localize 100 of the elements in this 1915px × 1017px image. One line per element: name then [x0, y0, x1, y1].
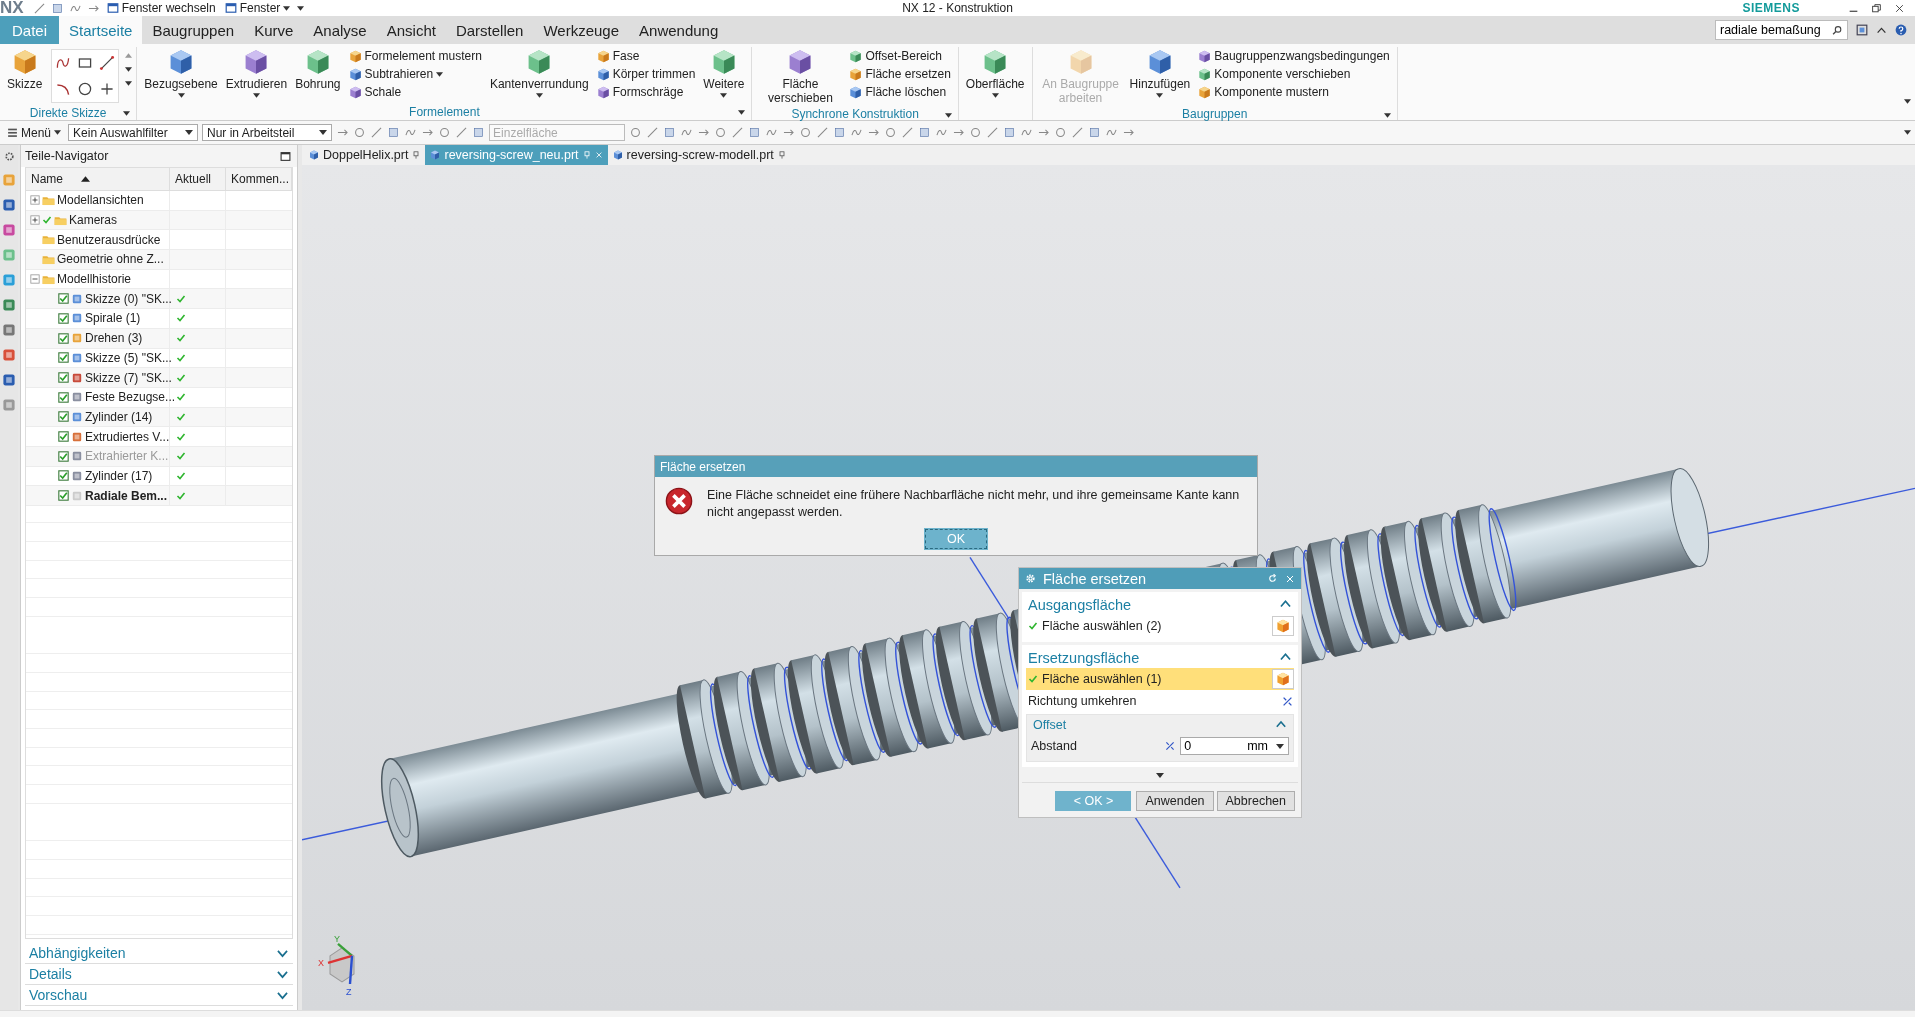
toolbar-glyph-icon[interactable] [1071, 126, 1085, 139]
resource-bar-icon[interactable] [2, 373, 16, 387]
toolbar-glyph-icon[interactable] [884, 126, 898, 139]
collapse-icon[interactable] [30, 274, 40, 285]
checkbox[interactable] [58, 411, 69, 423]
checkbox[interactable] [58, 312, 69, 324]
arc-icon[interactable] [55, 81, 72, 97]
close-icon[interactable] [1894, 2, 1905, 14]
quick-action-icon[interactable] [50, 1, 64, 15]
ribbon-tab[interactable]: Kurve [244, 16, 304, 44]
scroll-up-icon[interactable] [125, 53, 133, 58]
toolbar-glyph-icon[interactable] [986, 126, 1000, 139]
checkbox[interactable] [58, 372, 69, 384]
expand-icon[interactable] [30, 215, 40, 226]
caret-icon[interactable] [1383, 113, 1391, 118]
maximize-icon[interactable] [280, 150, 291, 162]
tree-row[interactable]: Drehen (3) [26, 328, 292, 349]
selection-step-row[interactable]: Fläche auswählen (2) [1026, 615, 1294, 637]
dialog-button[interactable]: Anwenden [1136, 791, 1214, 811]
tree-row[interactable]: Modellhistorie [26, 269, 292, 290]
more-options-icon[interactable] [1156, 773, 1164, 778]
ribbon-button[interactable]: Komponente verschieben [1195, 66, 1393, 82]
tree-row[interactable]: Benutzerausdrücke [26, 230, 292, 251]
expand-icon[interactable] [30, 195, 40, 206]
tree-row[interactable]: Skizze (7) "SK... [26, 368, 292, 388]
ribbon-button[interactable]: Formschräge [593, 84, 699, 100]
checkbox[interactable] [58, 293, 69, 305]
toolbar-glyph-icon[interactable] [714, 126, 728, 139]
ribbon-button[interactable]: Oberfläche [962, 47, 1028, 100]
quick-access-button[interactable]: Fenster wechseln [104, 1, 218, 15]
toolbar-glyph-icon[interactable] [969, 126, 983, 139]
resource-bar-icon[interactable] [2, 223, 16, 237]
caret-icon[interactable] [944, 113, 952, 118]
tree-row[interactable]: Radiale Bem... [26, 486, 292, 506]
toolbar-glyph-icon[interactable] [438, 126, 452, 139]
resource-bar-icon[interactable] [2, 323, 16, 337]
pin-icon[interactable] [582, 150, 591, 160]
caret-icon[interactable] [123, 111, 131, 116]
tree-row[interactable]: Extrudiertes V... [26, 427, 292, 447]
restore-icon[interactable] [1871, 2, 1882, 14]
toolbar-glyph-icon[interactable] [1054, 126, 1068, 139]
ribbon-tab[interactable]: Startseite [59, 16, 143, 44]
column-header[interactable]: Aktuell [170, 168, 226, 190]
ribbon-button[interactable]: Subtrahieren [345, 66, 485, 82]
dialog-button[interactable]: Abbrechen [1216, 791, 1295, 811]
ribbon-button[interactable]: Komponente mustern [1195, 84, 1393, 100]
toolbar-glyph-icon[interactable] [748, 126, 762, 139]
tree-row[interactable]: Modellansichten [26, 191, 292, 211]
toolbar-glyph-icon[interactable] [901, 126, 915, 139]
select-face-button[interactable] [1272, 616, 1294, 636]
ribbon-tab[interactable]: Werkzeuge [533, 16, 630, 44]
ribbon-button[interactable]: Fläche ersetzen [846, 66, 954, 82]
resource-bar-icon[interactable] [2, 273, 16, 287]
toolbar-glyph-icon[interactable] [1088, 126, 1102, 139]
toolbar-glyph-icon[interactable] [455, 126, 469, 139]
ribbon-button[interactable]: Formelement mustern [345, 48, 485, 64]
select-face-button[interactable] [1272, 669, 1294, 689]
selection-step-row[interactable]: Fläche auswählen (1) [1026, 668, 1294, 690]
ribbon-tab[interactable]: Anwendung [629, 16, 729, 44]
caret-icon[interactable] [1904, 99, 1911, 104]
ribbon-button[interactable]: Weitere [700, 47, 748, 100]
filter-dropdown[interactable]: Nur in Arbeitsteil [202, 124, 333, 141]
checkbox[interactable] [58, 431, 69, 443]
fullscreen-icon[interactable] [1856, 24, 1868, 36]
settings-icon[interactable] [3, 151, 15, 162]
ribbon-button[interactable]: Fläche verschieben [756, 47, 845, 107]
plus-icon[interactable] [99, 81, 116, 97]
column-header[interactable]: Kommen... [226, 168, 292, 190]
toolbar-glyph-icon[interactable] [918, 126, 932, 139]
curve-icon[interactable] [55, 55, 72, 71]
ribbon-button[interactable]: Extrudieren [222, 47, 291, 100]
ribbon-tab[interactable]: Darstellen [445, 16, 534, 44]
toolbar-glyph-icon[interactable] [731, 126, 745, 139]
tree-row[interactable]: Feste Bezugse... [26, 387, 292, 408]
document-tab[interactable]: reversing-screw-modell.prt [607, 145, 791, 165]
pin-icon[interactable] [412, 150, 421, 160]
collapse-ribbon-icon[interactable] [1876, 24, 1887, 36]
ribbon-button[interactable]: Skizze [4, 47, 46, 93]
tree-row[interactable]: Kameras [26, 210, 292, 231]
quick-action-icon[interactable] [32, 1, 46, 15]
toolbar-glyph-icon[interactable] [387, 126, 401, 139]
resource-bar-icon[interactable] [2, 348, 16, 362]
ribbon-button[interactable]: Bezugsebene [141, 47, 221, 100]
ribbon-tab[interactable]: Baugruppen [142, 16, 245, 44]
ribbon-tab[interactable]: Analyse [303, 16, 377, 44]
circle-icon[interactable] [77, 81, 94, 97]
checkbox[interactable] [58, 352, 69, 364]
toolbar-glyph-icon[interactable] [629, 126, 643, 139]
ribbon-button[interactable]: Kantenverrundung [486, 47, 592, 100]
help-icon[interactable] [1895, 24, 1907, 36]
document-tab[interactable]: DoppelHelix.prt [304, 145, 426, 165]
reset-icon[interactable] [1267, 573, 1278, 584]
caret-icon[interactable] [738, 110, 746, 115]
checkbox[interactable] [58, 332, 69, 344]
toolbar-glyph-icon[interactable] [646, 126, 660, 139]
toolbar-glyph-icon[interactable] [1003, 126, 1017, 139]
ribbon-button[interactable]: Bohrung [292, 47, 344, 93]
ribbon-button[interactable]: Körper trimmen [593, 66, 699, 82]
filter-dropdown[interactable]: Kein Auswahlfilter [68, 124, 199, 141]
ribbon-button[interactable]: Hinzufügen [1126, 47, 1194, 100]
